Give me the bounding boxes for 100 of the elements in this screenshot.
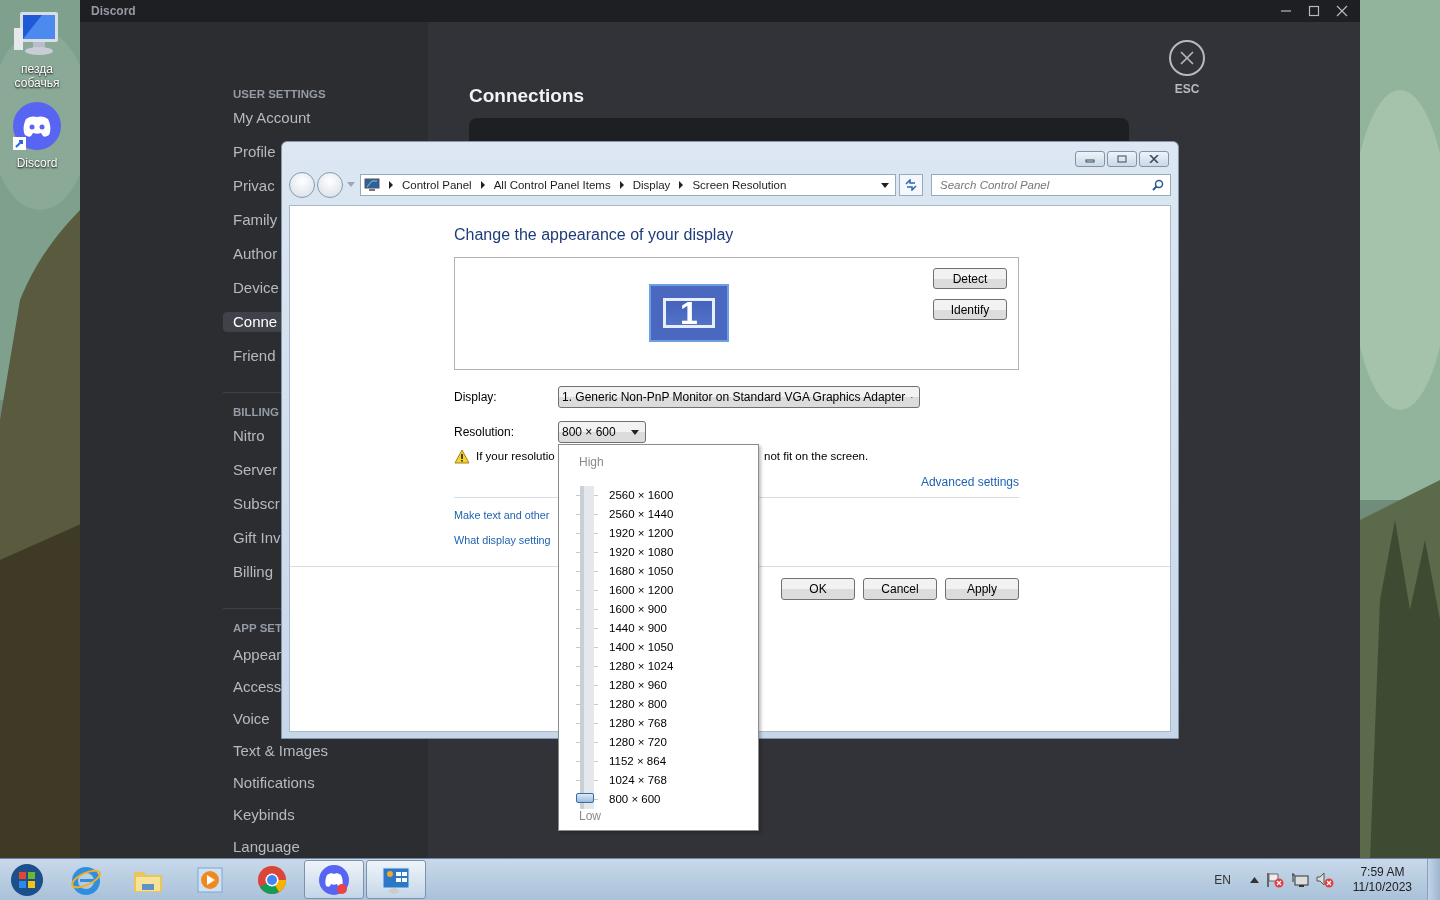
window-title: Discord (91, 4, 136, 18)
monitor-icon (364, 178, 380, 192)
breadcrumb-item[interactable]: All Control Panel Items (493, 179, 611, 191)
discord-taskbar-button[interactable] (304, 860, 364, 899)
chrome-icon (256, 863, 288, 896)
refresh-icon (904, 179, 918, 191)
back-button[interactable] (289, 172, 315, 198)
settings-nav-item[interactable]: Voice (223, 709, 281, 729)
field-label: Display: (454, 390, 498, 404)
slider-label: Low (579, 809, 601, 825)
close-icon (1180, 51, 1194, 65)
windows-logo (10, 862, 44, 897)
settings-nav-item[interactable]: Family (223, 210, 281, 230)
speaker-icon[interactable] (1315, 871, 1334, 888)
breadcrumb-item[interactable]: Control Panel (402, 179, 472, 191)
help-link[interactable]: Make text and other (454, 509, 550, 521)
chevron-icon[interactable] (388, 181, 394, 189)
resolution-option[interactable]: 2560 × 1600 (609, 486, 674, 505)
resolution-option[interactable]: 1680 × 1050 (609, 562, 674, 581)
dialog-button[interactable]: Apply (945, 578, 1019, 600)
settings-nav-item[interactable]: My Account (223, 108, 311, 128)
field-label: Resolution: (454, 425, 516, 439)
resolution-option[interactable]: 1280 × 1024 (609, 657, 674, 676)
breadcrumb-item[interactable]: Screen Resolution (692, 179, 787, 191)
clock-time: 7:59 AM (1360, 864, 1405, 880)
settings-nav-item[interactable]: Profile (223, 142, 281, 162)
search-field[interactable]: Search Control Panel (931, 174, 1171, 196)
close-button[interactable] (1139, 151, 1169, 167)
close-icon[interactable] (1336, 5, 1348, 17)
address-bar[interactable]: Control Panel All Control Panel Items Display Screen Resolution (360, 174, 896, 196)
help-link[interactable]: What display setting (454, 534, 551, 546)
settings-nav-item[interactable]: Text & Images (223, 741, 329, 761)
resolution-option[interactable]: 1920 × 1080 (609, 543, 674, 562)
resolution-option[interactable]: 1152 × 864 (609, 752, 667, 771)
maximize-icon[interactable] (1308, 5, 1320, 17)
resolution-option[interactable]: 1600 × 1200 (609, 581, 674, 600)
settings-nav-item[interactable]: Conne (223, 312, 281, 332)
settings-nav-item[interactable]: Gift Inv (223, 528, 281, 548)
up-arrow-icon[interactable] (1249, 876, 1259, 883)
settings-nav-item[interactable]: Appear (223, 645, 282, 665)
settings-nav-item[interactable]: Language (223, 837, 300, 857)
chevron-icon[interactable] (618, 181, 625, 189)
settings-nav-item[interactable]: Keybinds (223, 805, 295, 825)
resolution-option[interactable]: 1280 × 960 (609, 676, 667, 695)
search-icon[interactable] (1152, 179, 1164, 191)
network-icon[interactable] (1290, 871, 1309, 888)
resolution-option[interactable]: 1400 × 1050 (609, 638, 674, 657)
resolution-option[interactable]: 800 × 600 (609, 790, 661, 809)
page-title: Connections (469, 85, 586, 108)
settings-nav-item[interactable]: Billing (223, 562, 281, 582)
clock-date: 11/10/2023 (1352, 879, 1412, 895)
settings-nav-item[interactable]: Subscr (223, 494, 281, 514)
settings-nav-item[interactable]: Access (223, 677, 282, 697)
side-button[interactable]: Identify (933, 299, 1007, 320)
breadcrumb-item[interactable]: Display (632, 179, 671, 191)
side-button[interactable]: Detect (933, 268, 1007, 289)
settings-nav-item[interactable]: Friend (223, 346, 281, 366)
resolution-option[interactable]: 1280 × 800 (609, 695, 667, 714)
settings-nav-item[interactable]: Device (223, 278, 281, 298)
display-thumbnail[interactable]: 1 (649, 284, 729, 342)
discord-icon (318, 863, 350, 896)
section-header: BILLING (232, 405, 280, 420)
forward-button[interactable] (317, 172, 343, 198)
section-header: USER SETTINGS (232, 87, 327, 102)
page-heading: Change the appearance of your display (454, 226, 735, 245)
chevron-icon[interactable] (479, 181, 486, 189)
maximize-icon (1117, 155, 1127, 163)
warning-text: If your resolutio (476, 450, 556, 462)
esc-label: ESC (1174, 82, 1200, 96)
warning-icon (454, 448, 470, 464)
warning-text: not fit on the screen. (764, 450, 870, 462)
resolution-option[interactable]: 1920 × 1200 (609, 524, 674, 543)
settings-nav-item[interactable]: Notifications (223, 773, 315, 793)
slider-label: High (579, 455, 604, 471)
resolution-option[interactable]: 1280 × 768 (609, 714, 667, 733)
language-indicator[interactable]: EN (1214, 872, 1231, 887)
chevron-icon[interactable] (678, 181, 685, 189)
resolution-option[interactable]: 1600 × 900 (609, 600, 667, 619)
resolution-option[interactable]: 1440 × 900 (609, 619, 667, 638)
settings-nav-item[interactable]: Privac (223, 176, 281, 196)
discord-icon[interactable] (12, 102, 62, 152)
flag-icon[interactable] (1265, 871, 1284, 888)
settings-nav-item[interactable]: Nitro (223, 426, 281, 446)
resolution-dropdown[interactable]: 800 × 600 (558, 421, 646, 443)
resolution-option[interactable]: 2560 × 1440 (609, 505, 674, 524)
close-icon (1149, 155, 1159, 163)
section-header: APP SET (232, 621, 281, 636)
clock[interactable]: 7:59 AM 11/10/2023 (1348, 864, 1416, 895)
resolution-option[interactable]: 1024 × 768 (609, 771, 667, 790)
advanced-settings-link[interactable]: Advanced settings (920, 475, 1019, 489)
display-dropdown[interactable]: 1. Generic Non-PnP Monitor on Standard VGA Graphics Adapter (558, 386, 920, 408)
refresh-button[interactable] (899, 174, 923, 196)
slider-thumb[interactable] (576, 793, 594, 803)
close-button[interactable] (1169, 40, 1205, 76)
minimize-button[interactable] (1075, 151, 1105, 167)
dialog-button[interactable]: Cancel (863, 578, 937, 600)
resolution-option[interactable]: 1280 × 720 (609, 733, 667, 752)
settings-nav-item[interactable]: Author (223, 244, 281, 264)
settings-nav-item[interactable]: Server (223, 460, 281, 480)
dialog-button[interactable]: OK (781, 578, 855, 600)
